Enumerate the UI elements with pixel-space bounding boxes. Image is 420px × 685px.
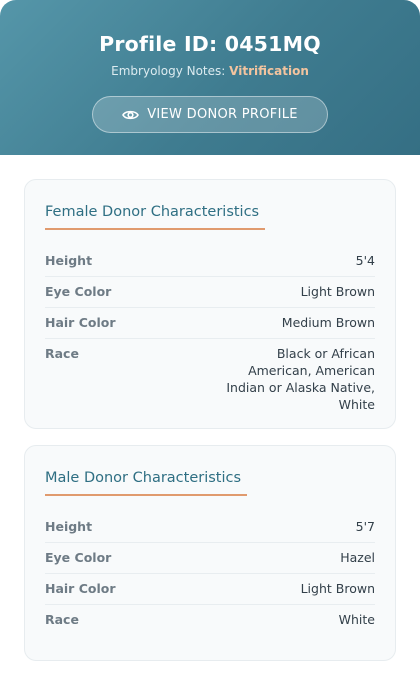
- row-value: Hazel: [340, 550, 375, 565]
- row-value: 5'4: [355, 253, 375, 268]
- row-label: Race: [45, 612, 79, 627]
- female-section-title: Female Donor Characteristics: [45, 200, 266, 230]
- row-label: Eye Color: [45, 550, 112, 565]
- row-label: Height: [45, 253, 93, 268]
- male-row-race: Race White: [45, 605, 375, 635]
- view-donor-profile-label: VIEW DONOR PROFILE: [147, 107, 298, 122]
- male-row-eye-color: Eye Color Hazel: [45, 543, 375, 574]
- female-row-height: Height 5'4: [45, 246, 375, 277]
- row-value: Light Brown: [300, 284, 375, 299]
- female-row-eye-color: Eye Color Light Brown: [45, 277, 375, 308]
- row-value: Medium Brown: [281, 315, 375, 330]
- donor-profile-card: Profile ID: 0451MQ Embryology Notes: Vit…: [0, 0, 420, 685]
- row-value: 5'7: [355, 519, 375, 534]
- male-characteristics-list: Height 5'7 Eye Color Hazel Hair Color Li…: [45, 512, 375, 635]
- row-value: Black or African American, American Indi…: [226, 346, 375, 412]
- male-row-hair-color: Hair Color Light Brown: [45, 574, 375, 605]
- row-label: Eye Color: [45, 284, 112, 299]
- profile-header: Profile ID: 0451MQ Embryology Notes: Vit…: [0, 0, 420, 155]
- notes-value: Vitrification: [229, 64, 309, 78]
- female-row-hair-color: Hair Color Medium Brown: [45, 308, 375, 339]
- row-value: Light Brown: [300, 581, 375, 596]
- view-donor-profile-button[interactable]: VIEW DONOR PROFILE: [92, 96, 328, 133]
- row-label: Hair Color: [45, 581, 116, 596]
- male-donor-section: Male Donor Characteristics Height 5'7 Ey…: [24, 445, 396, 661]
- row-label: Race: [45, 346, 79, 361]
- embryology-notes: Embryology Notes: Vitrification: [0, 63, 420, 79]
- row-label: Height: [45, 519, 93, 534]
- profile-title: Profile ID: 0451MQ: [99, 32, 321, 56]
- female-donor-section: Female Donor Characteristics Height 5'4 …: [24, 179, 396, 429]
- female-row-race: Race Black or African American, American…: [45, 339, 375, 420]
- female-characteristics-list: Height 5'4 Eye Color Light Brown Hair Co…: [45, 246, 375, 420]
- notes-label: Embryology Notes:: [111, 64, 226, 78]
- male-section-title: Male Donor Characteristics: [45, 466, 248, 496]
- row-value: White: [338, 612, 375, 627]
- eye-icon: [122, 109, 140, 121]
- male-row-height: Height 5'7: [45, 512, 375, 543]
- row-label: Hair Color: [45, 315, 116, 330]
